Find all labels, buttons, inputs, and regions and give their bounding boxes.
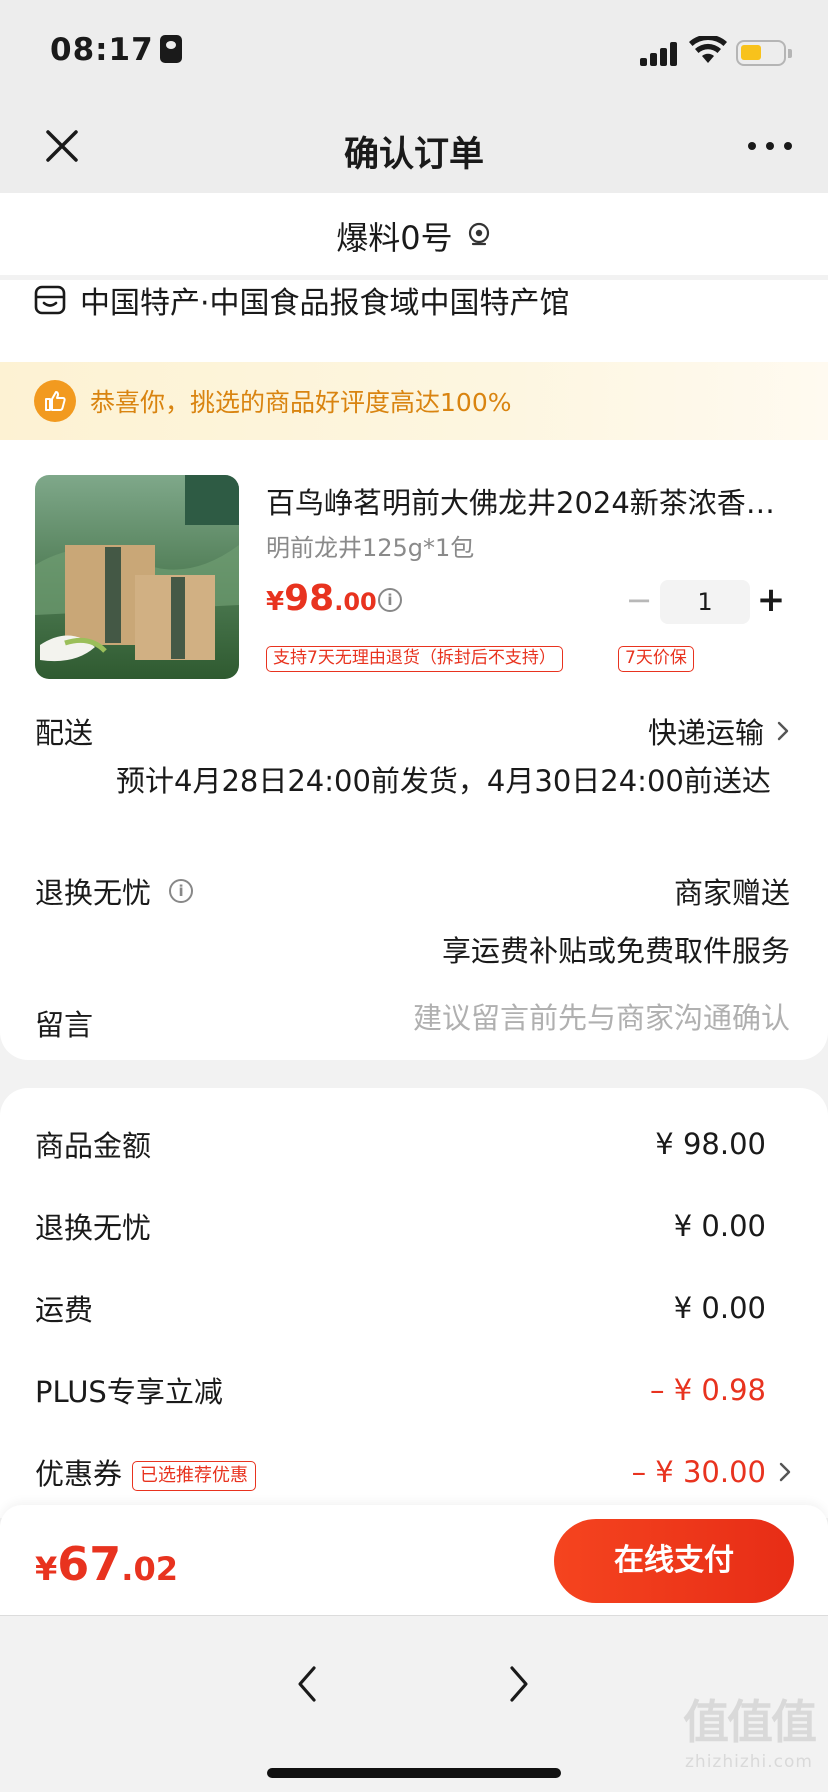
shop-name: 中国特产·中国食品报食域中国特产馆 — [80, 286, 570, 321]
product-image[interactable] — [35, 475, 239, 679]
coupon-label: 优惠券 — [35, 1457, 123, 1491]
product-spec[interactable]: 明前龙井125g*1包 — [266, 528, 474, 563]
shop-row[interactable]: 中国特产·中国食品报食域中国特产馆 — [34, 280, 570, 321]
coupon-tag: 已选推荐优惠 — [132, 1461, 257, 1491]
message-input[interactable] — [350, 996, 790, 1040]
plus-discount-row: PLUS专享立减 – ¥ 0.98 — [35, 1370, 766, 1410]
price-info-icon[interactable]: i — [378, 588, 402, 612]
status-time-text: 08:17 — [50, 32, 154, 68]
chevron-right-icon — [777, 721, 789, 741]
return-amount-value: ¥ 0.00 — [673, 1209, 766, 1243]
order-card: 中国特产·中国食品报食域中国特产馆 恭喜你，挑选的商品好评度高达100% 百鸟峥… — [0, 280, 828, 1060]
goods-amount-value: ¥ 98.00 — [655, 1127, 766, 1161]
watermark: 值值值 zhizhizhi.com — [674, 1686, 824, 1781]
product-price: ¥98.00 — [266, 578, 377, 619]
total-symbol: ¥ — [35, 1550, 58, 1588]
return-amount-row: 退换无忧 ¥ 0.00 — [35, 1206, 766, 1246]
location-icon — [468, 222, 489, 246]
chevron-right-icon — [779, 1462, 791, 1482]
return-amount-label: 退换无忧 — [35, 1211, 152, 1245]
nav-bar: 确认订单 — [0, 100, 828, 193]
status-bar: 08:17 — [0, 0, 828, 100]
cellular-signal-icon — [640, 42, 678, 66]
thumbs-up-icon — [34, 380, 76, 422]
coupon-amount: – ¥ 30.00 — [631, 1455, 766, 1489]
pay-bar: ¥67.02 在线支付 — [0, 1505, 828, 1615]
return-service-label: 退换无忧 i — [35, 870, 194, 912]
shipping-row: 运费 ¥ 0.00 — [35, 1288, 766, 1328]
delivery-method-text: 快递运输 — [647, 716, 764, 750]
price-summary-card: 商品金额 ¥ 98.00 退换无忧 ¥ 0.00 运费 ¥ 0.00 PLUS专… — [0, 1088, 828, 1518]
return-policy-tag: 支持7天无理由退货（拆封后不支持） — [266, 646, 563, 672]
praise-banner: 恭喜你，挑选的商品好评度高达100% — [0, 362, 828, 440]
id-badge-icon — [159, 35, 182, 63]
price-symbol: ¥ — [266, 587, 285, 617]
shipping-value: ¥ 0.00 — [673, 1291, 766, 1325]
delivery-estimate: 预计4月28日24:00前发货，4月30日24:00前送达 — [116, 764, 771, 798]
total-decimal: .02 — [121, 1550, 178, 1588]
battery-icon — [736, 40, 792, 66]
price-guard-tag: 7天价保 — [618, 646, 694, 672]
plus-discount-value: – ¥ 0.98 — [650, 1373, 766, 1407]
status-time: 08:17 — [50, 32, 182, 68]
quantity-value[interactable]: 1 — [660, 580, 750, 624]
message-label: 留言 — [35, 1008, 94, 1042]
address-text: 爆料0号 — [336, 219, 453, 257]
return-service-value: 商家赠送 — [673, 876, 790, 910]
goods-amount-row: 商品金额 ¥ 98.00 — [35, 1124, 766, 1164]
home-indicator[interactable] — [267, 1768, 561, 1778]
watermark-text: zhizhizhi.com — [685, 1752, 813, 1772]
coupon-value[interactable]: – ¥ 30.00 — [632, 1455, 792, 1489]
more-icon[interactable] — [744, 124, 796, 168]
wifi-icon — [689, 36, 727, 63]
plus-discount-label: PLUS专享立减 — [35, 1375, 223, 1409]
delivery-method[interactable]: 快递运输 — [648, 710, 790, 752]
pay-online-button[interactable]: 在线支付 — [554, 1519, 794, 1603]
address-selector[interactable]: 爆料0号 — [0, 193, 828, 275]
quantity-plus-button[interactable]: + — [756, 578, 786, 622]
delivery-label: 配送 — [35, 716, 94, 750]
coupon-label-group: 优惠券 已选推荐优惠 — [35, 1451, 257, 1493]
shipping-label: 运费 — [35, 1293, 94, 1327]
shop-icon — [34, 285, 66, 315]
price-integer: 98 — [284, 578, 335, 619]
coupon-row[interactable]: 优惠券 已选推荐优惠 – ¥ 30.00 — [35, 1451, 791, 1493]
total-price: ¥67.02 — [35, 1537, 178, 1591]
quantity-minus-button[interactable]: − — [624, 580, 654, 620]
forward-arrow-icon[interactable] — [502, 1664, 536, 1704]
return-service-label-text: 退换无忧 — [35, 876, 152, 910]
back-arrow-icon[interactable] — [290, 1664, 324, 1704]
return-service-detail: 享运费补贴或免费取件服务 — [441, 934, 790, 968]
page-title: 确认订单 — [343, 135, 484, 175]
praise-text: 恭喜你，挑选的商品好评度高达100% — [90, 388, 512, 417]
info-icon[interactable]: i — [169, 879, 194, 903]
browser-toolbar: 值值值 zhizhizhi.com — [0, 1615, 828, 1792]
watermark-glyph: 值值值 — [683, 1695, 817, 1749]
goods-amount-label: 商品金额 — [35, 1129, 152, 1163]
total-integer: 67 — [57, 1537, 122, 1591]
product-title[interactable]: 百鸟峥茗明前大佛龙井2024新茶浓香型绿茶 — [266, 480, 776, 522]
price-decimal: .00 — [334, 588, 377, 616]
